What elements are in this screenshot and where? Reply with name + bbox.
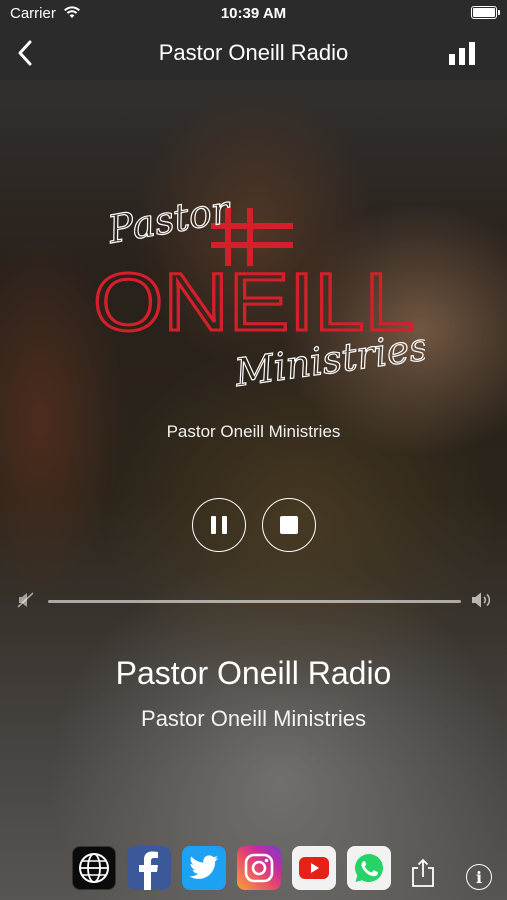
facebook-button[interactable] [127, 846, 171, 890]
pause-button[interactable] [192, 498, 246, 552]
instagram-icon [244, 853, 274, 883]
stop-icon [280, 516, 298, 534]
stop-button[interactable] [262, 498, 316, 552]
globe-icon [79, 853, 109, 883]
youtube-button[interactable] [292, 846, 336, 890]
website-button[interactable] [72, 846, 116, 890]
station-subtitle: Pastor Oneill Ministries [166, 422, 341, 441]
bar-chart-icon[interactable] [447, 42, 477, 66]
volume-max-icon [472, 592, 491, 608]
share-icon[interactable] [410, 858, 436, 888]
volume-slider[interactable] [48, 600, 461, 603]
instagram-button[interactable] [237, 846, 281, 890]
track-title: Pastor Oneill Radio [115, 655, 392, 691]
whatsapp-icon [355, 854, 383, 882]
nav-bar: Pastor Oneill Radio [0, 28, 507, 80]
back-button[interactable] [10, 38, 40, 68]
status-time: 10:39 AM [220, 5, 287, 22]
chevron-left-icon [18, 40, 32, 66]
facebook-icon [139, 851, 158, 890]
track-artist: Pastor Oneill Ministries [141, 706, 366, 731]
battery-icon [471, 6, 500, 19]
nav-title: Pastor Oneill Radio [158, 40, 349, 65]
volume-slider-fill [48, 600, 461, 603]
whatsapp-button[interactable] [347, 846, 391, 890]
youtube-icon [299, 857, 329, 879]
pause-icon [211, 516, 227, 534]
status-bar: Carrier 10:39 AM [0, 0, 507, 28]
volume-mute-icon [17, 592, 34, 608]
info-icon[interactable]: i [466, 864, 492, 890]
twitter-button[interactable] [182, 846, 226, 890]
twitter-icon [189, 855, 218, 879]
station-logo: Pastor ONEILL Ministries [92, 195, 426, 395]
